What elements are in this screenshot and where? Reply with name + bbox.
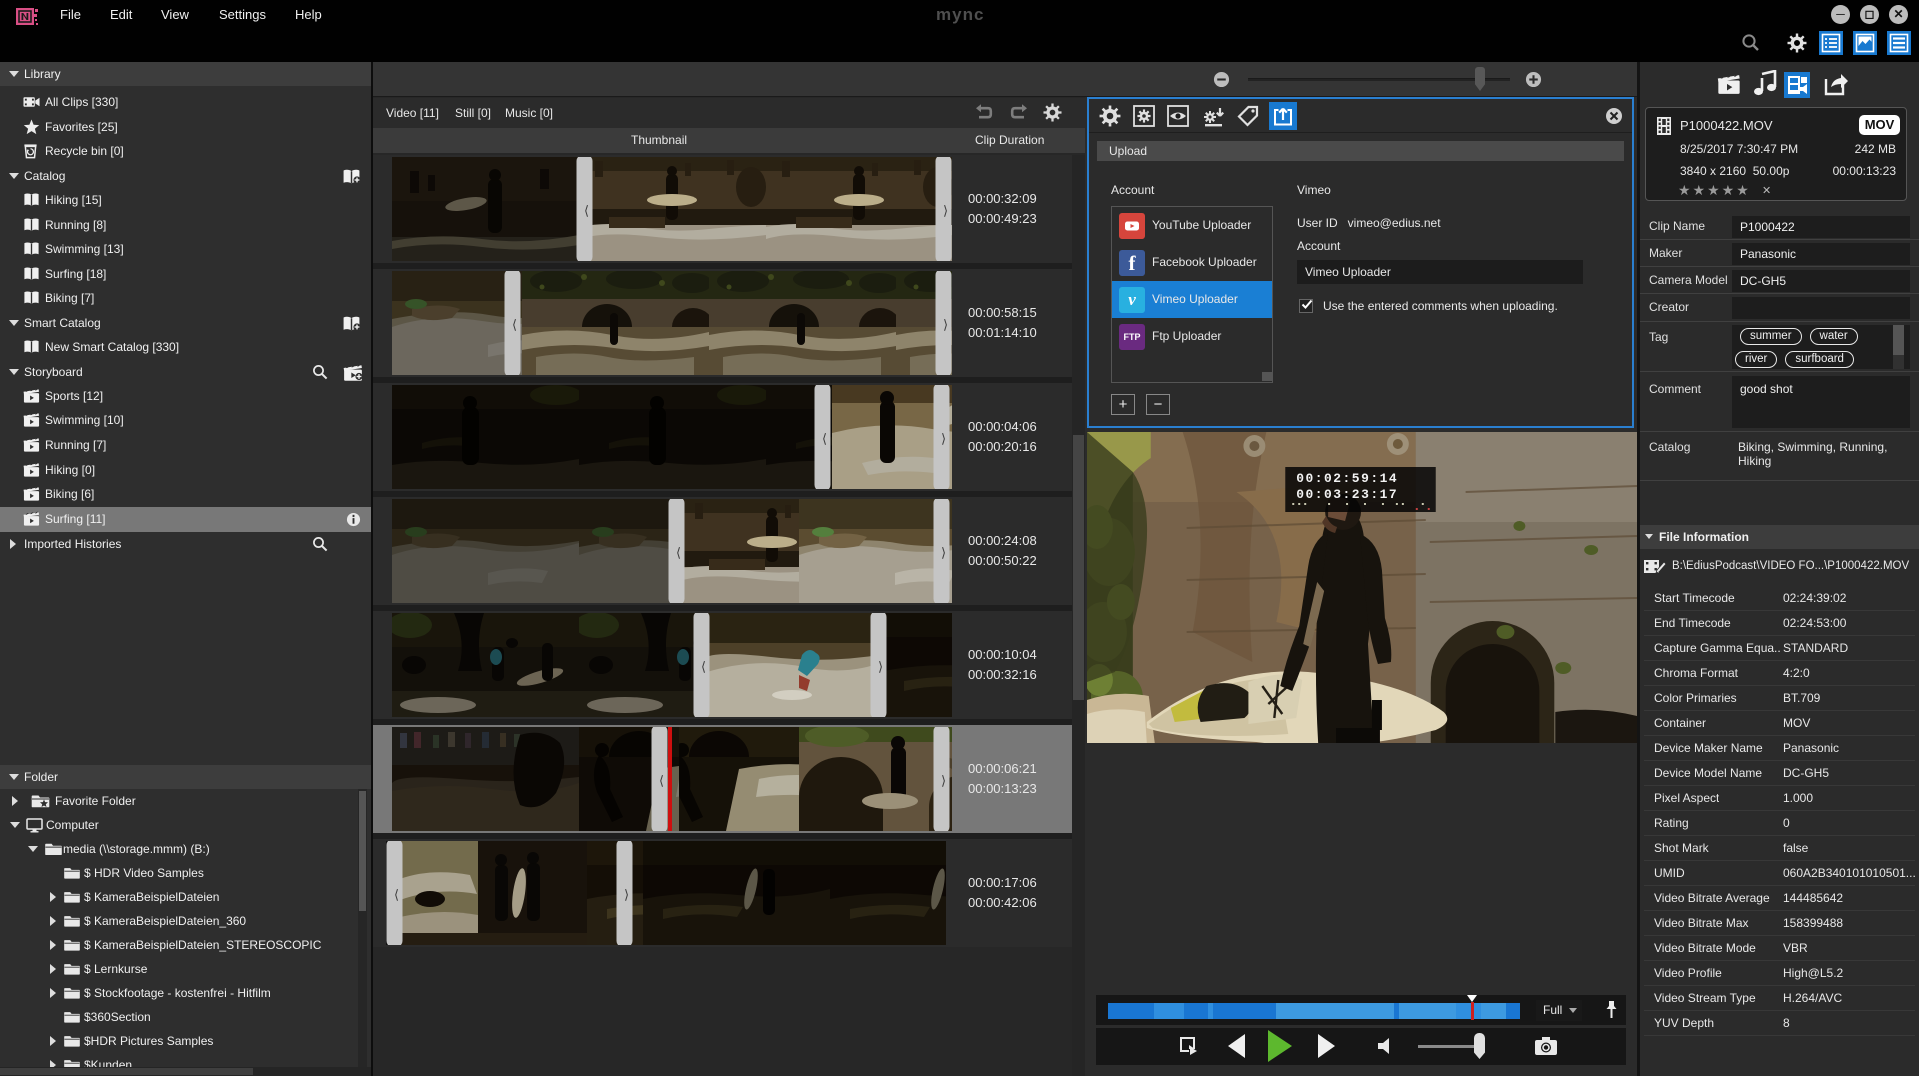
svg-text:⟩: ⟩ [624, 887, 629, 902]
svg-text:⟨: ⟨ [659, 773, 664, 788]
svg-text:⟨: ⟨ [584, 203, 589, 218]
svg-text:⟩: ⟩ [941, 431, 946, 446]
svg-text:⟩: ⟩ [878, 659, 883, 674]
svg-text:⟨: ⟨ [701, 659, 706, 674]
svg-text:⟩: ⟩ [943, 203, 948, 218]
svg-text:⟨: ⟨ [394, 887, 399, 902]
svg-text:00:02:59:14: 00:02:59:14 [1296, 471, 1398, 486]
svg-text:⟩: ⟩ [943, 317, 948, 332]
svg-text:⟩: ⟩ [941, 773, 946, 788]
svg-text:⟩: ⟩ [941, 545, 946, 560]
svg-text:⟨: ⟨ [822, 431, 827, 446]
svg-text:⟨: ⟨ [676, 545, 681, 560]
svg-text:00:03:23:17: 00:03:23:17 [1296, 487, 1398, 502]
svg-text:⟨: ⟨ [512, 317, 517, 332]
